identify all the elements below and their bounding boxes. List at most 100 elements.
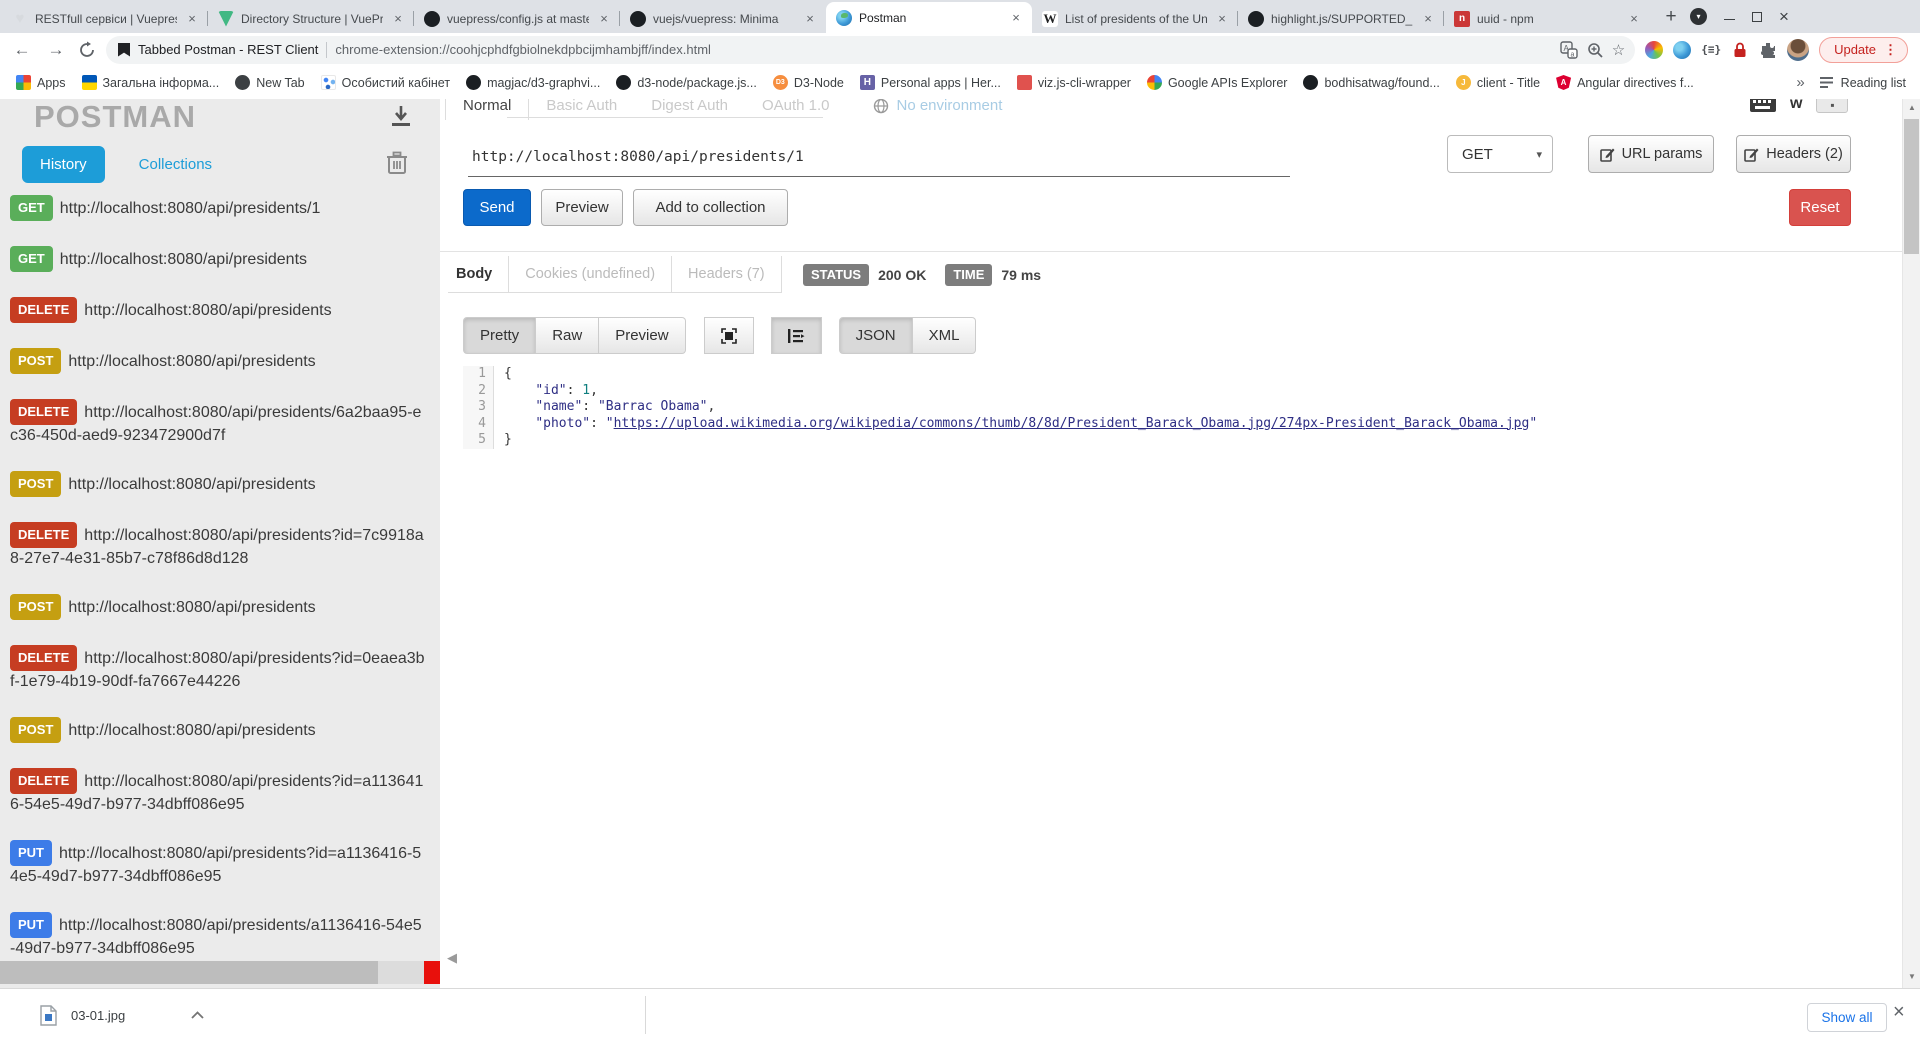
forward-button[interactable]: →: [44, 40, 68, 60]
bookmark-item[interactable]: Apps: [10, 72, 72, 93]
history-item[interactable]: GEThttp://localhost:8080/api/presidents: [10, 246, 426, 272]
maximize-button[interactable]: [1752, 12, 1762, 22]
history-tab[interactable]: History: [22, 146, 105, 183]
collections-tab[interactable]: Collections: [139, 156, 212, 173]
browser-tab[interactable]: ♥RESTfull сервіси | Vuepress×: [2, 4, 208, 33]
window-close-button[interactable]: ×: [1779, 8, 1789, 25]
extension-braces-icon[interactable]: {≡}: [1701, 44, 1721, 55]
history-item[interactable]: PUThttp://localhost:8080/api/presidents/…: [10, 912, 426, 959]
trash-icon[interactable]: [385, 150, 409, 176]
history-item[interactable]: POSThttp://localhost:8080/api/presidents: [10, 717, 426, 743]
browser-tab[interactable]: Postman×: [826, 2, 1032, 33]
bookmark-item[interactable]: magjac/d3-graphvi...: [460, 72, 606, 93]
tab-close-icon[interactable]: ×: [1214, 11, 1230, 26]
download-collection-icon[interactable]: [388, 103, 414, 129]
browser-tab[interactable]: WList of presidents of the Un×: [1032, 4, 1238, 33]
bookmark-item[interactable]: Особистий кабінет: [315, 72, 456, 93]
bookmark-item[interactable]: New Tab: [229, 72, 310, 93]
extension-globe-icon[interactable]: [1673, 41, 1691, 59]
omnibox[interactable]: Tabbed Postman - REST Client chrome-exte…: [106, 36, 1635, 64]
browser-tab[interactable]: vuepress/config.js at maste×: [414, 4, 620, 33]
reading-list-button[interactable]: Reading list: [1819, 75, 1906, 90]
back-button[interactable]: ←: [10, 40, 34, 60]
history-item[interactable]: POSThttp://localhost:8080/api/presidents: [10, 471, 426, 497]
bookmarks-overflow-chevron[interactable]: »: [1786, 74, 1814, 91]
bookmark-item[interactable]: Jclient - Title: [1450, 72, 1546, 93]
downloads-close-icon[interactable]: ×: [1893, 1001, 1905, 1024]
bookmark-item[interactable]: AAngular directives f...: [1550, 72, 1700, 93]
bookmark-item[interactable]: D3D3-Node: [767, 72, 850, 93]
request-url-input[interactable]: [468, 137, 1290, 177]
bookmark-item[interactable]: HPersonal apps | Her...: [854, 72, 1007, 93]
bookmark-item[interactable]: d3-node/package.js...: [610, 72, 763, 93]
bookmark-item[interactable]: viz.js-cli-wrapper: [1011, 72, 1137, 93]
minimize-button[interactable]: [1724, 19, 1735, 20]
history-item[interactable]: DELETEhttp://localhost:8080/api/presiden…: [10, 768, 426, 815]
sidebar-hscrollbar[interactable]: [0, 961, 440, 984]
zoom-icon[interactable]: [1586, 41, 1604, 59]
new-tab-button[interactable]: +: [1658, 6, 1684, 28]
tab-close-icon[interactable]: ×: [1626, 11, 1642, 26]
download-expand-chevron[interactable]: [191, 1011, 204, 1019]
extensions-puzzle-icon[interactable]: [1759, 41, 1777, 59]
indent-button[interactable]: [771, 317, 822, 354]
hscroll-thumb[interactable]: [0, 961, 378, 984]
history-item[interactable]: DELETEhttp://localhost:8080/api/presiden…: [10, 399, 426, 446]
view-tab-pretty[interactable]: Pretty: [463, 317, 536, 354]
reset-button[interactable]: Reset: [1789, 189, 1851, 226]
update-button[interactable]: Update ⋮: [1819, 37, 1908, 63]
reload-icon[interactable]: [78, 41, 96, 59]
browser-tab[interactable]: highlight.js/SUPPORTED_LA×: [1238, 4, 1444, 33]
extension-lock-icon[interactable]: [1731, 41, 1749, 59]
response-tab-cookies-undefined-[interactable]: Cookies (undefined): [508, 256, 671, 292]
browser-tab[interactable]: nuuid - npm×: [1444, 4, 1650, 33]
download-item[interactable]: 03-01.jpg: [40, 997, 204, 1033]
vertical-scrollbar[interactable]: ▲ ▼: [1902, 99, 1920, 988]
fullscreen-button[interactable]: [704, 317, 754, 354]
tab-close-icon[interactable]: ×: [596, 11, 612, 26]
send-button[interactable]: Send: [463, 189, 531, 226]
photo-link[interactable]: https://upload.wikimedia.org/wikipedia/c…: [614, 416, 1530, 431]
history-item[interactable]: DELETEhttp://localhost:8080/api/presiden…: [10, 522, 426, 569]
format-tab-json[interactable]: JSON: [839, 317, 913, 354]
tab-close-icon[interactable]: ×: [1420, 11, 1436, 26]
profile-avatar[interactable]: [1787, 39, 1809, 61]
history-item[interactable]: DELETEhttp://localhost:8080/api/presiden…: [10, 645, 426, 692]
tab-close-icon[interactable]: ×: [390, 11, 406, 26]
tab-close-icon[interactable]: ×: [184, 11, 200, 26]
scroll-up-button[interactable]: ▲: [1903, 99, 1920, 116]
history-item[interactable]: PUThttp://localhost:8080/api/presidents?…: [10, 840, 426, 887]
bookmark-item[interactable]: bodhisatwag/found...: [1297, 72, 1445, 93]
translate-icon[interactable]: Aa: [1560, 41, 1578, 59]
url-params-button[interactable]: URL params: [1588, 135, 1714, 173]
scrollbar-thumb[interactable]: [1904, 119, 1919, 254]
bookmark-item[interactable]: Google APIs Explorer: [1141, 72, 1294, 93]
browser-tab[interactable]: Directory Structure | VuePre×: [208, 4, 414, 33]
view-tab-preview[interactable]: Preview: [599, 317, 685, 354]
tab-close-icon[interactable]: ×: [1008, 10, 1024, 25]
history-item[interactable]: DELETEhttp://localhost:8080/api/presiden…: [10, 297, 426, 323]
view-tab-raw[interactable]: Raw: [536, 317, 599, 354]
bookmark-item[interactable]: Загальна інформа...: [76, 72, 226, 93]
keyboard-icon[interactable]: [1750, 99, 1776, 112]
tab-close-icon[interactable]: ×: [802, 11, 818, 26]
header-extra-button[interactable]: ▪: [1816, 99, 1848, 113]
format-tab-xml[interactable]: XML: [913, 317, 977, 354]
method-select[interactable]: GET ▾: [1447, 135, 1553, 173]
scroll-down-button[interactable]: ▼: [1903, 968, 1920, 985]
browser-tab[interactable]: vuejs/vuepress: Minima×: [620, 4, 826, 33]
tab-search-button[interactable]: ▾: [1690, 8, 1707, 25]
w-icon[interactable]: w: [1790, 99, 1802, 113]
browser-menu-icon[interactable]: ⋮: [1884, 42, 1897, 58]
response-tab-body[interactable]: Body: [448, 256, 508, 292]
add-to-collection-button[interactable]: Add to collection: [633, 189, 788, 226]
history-item[interactable]: POSThttp://localhost:8080/api/presidents: [10, 348, 426, 374]
bookmark-star-icon[interactable]: ☆: [1612, 41, 1625, 59]
sidebar-collapse-arrow[interactable]: ◀: [447, 950, 457, 966]
history-item[interactable]: GEThttp://localhost:8080/api/presidents/…: [10, 195, 426, 221]
response-tab-headers-7-[interactable]: Headers (7): [671, 256, 782, 292]
preview-button[interactable]: Preview: [541, 189, 623, 226]
show-all-button[interactable]: Show all: [1807, 1003, 1887, 1032]
headers-button[interactable]: Headers (2): [1736, 135, 1851, 173]
extension-rainbow-icon[interactable]: [1645, 41, 1663, 59]
